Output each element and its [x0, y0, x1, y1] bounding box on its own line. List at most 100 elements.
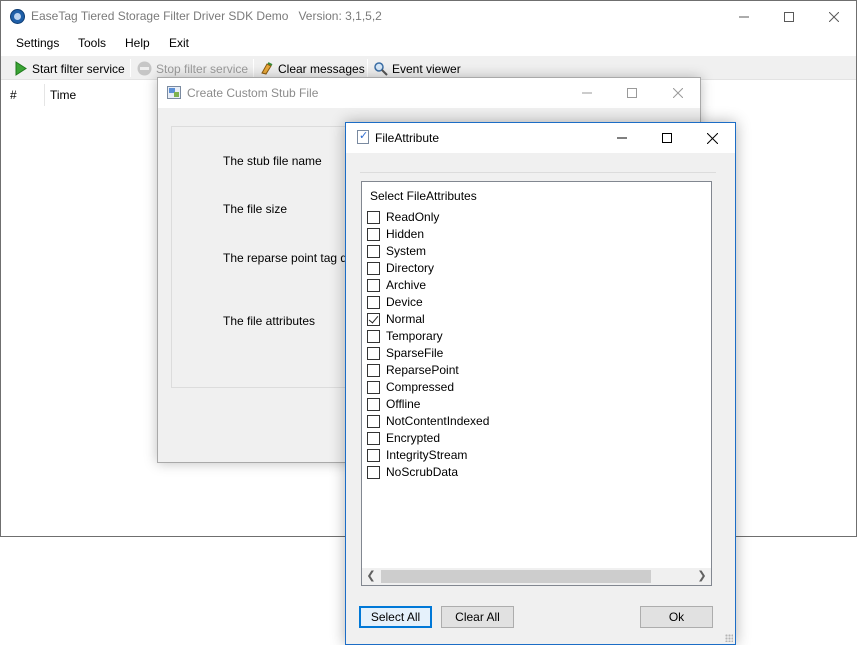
attribute-label: NoScrubData	[386, 465, 459, 479]
reparse-tag-label: The reparse point tag data	[223, 251, 364, 265]
file-attribute-dialog: FileAttribute Select FileAttributes Read…	[345, 122, 736, 645]
attribute-checkbox-item[interactable]: IntegrityStream	[367, 447, 467, 463]
checkbox[interactable]	[367, 295, 380, 309]
fa-maximize-button[interactable]	[644, 123, 690, 153]
file-attributes-label: The file attributes	[223, 314, 316, 328]
checkbox[interactable]	[367, 244, 380, 258]
scroll-left-icon[interactable]: ❮	[365, 571, 377, 582]
toolbar-separator	[130, 59, 131, 77]
menu-tools[interactable]: Tools	[78, 36, 106, 50]
broom-icon	[259, 61, 274, 76]
stub-close-button[interactable]	[655, 78, 701, 108]
maximize-icon	[784, 11, 794, 22]
close-icon	[829, 11, 839, 22]
attribute-label: Hidden	[386, 227, 425, 241]
play-icon	[13, 61, 28, 76]
toolbar-separator	[367, 59, 368, 77]
group-divider	[360, 172, 716, 173]
checkbox[interactable]	[367, 397, 380, 411]
stop-icon	[137, 61, 152, 76]
checkbox[interactable]	[367, 448, 380, 462]
close-button[interactable]	[811, 1, 857, 32]
attribute-checkbox-item[interactable]: Offline	[367, 396, 420, 412]
resize-grip-icon[interactable]	[725, 634, 733, 642]
fa-close-button[interactable]	[689, 123, 735, 153]
checkbox[interactable]	[367, 210, 380, 224]
maximize-icon	[662, 133, 672, 143]
start-filter-service-label: Start filter service	[32, 61, 125, 76]
clear-messages-label: Clear messages	[278, 61, 365, 76]
menu-exit[interactable]: Exit	[169, 36, 189, 50]
attribute-checklist[interactable]: Select FileAttributes ReadOnly Hidden Syst…	[361, 181, 712, 586]
attribute-checkbox-item[interactable]: Hidden	[367, 226, 424, 242]
attribute-checkbox-item[interactable]: Normal	[367, 311, 425, 327]
attribute-checkbox-item[interactable]: Temporary	[367, 328, 443, 344]
stub-dialog-title-bar[interactable]: Create Custom Stub File	[158, 78, 700, 108]
maximize-icon	[627, 88, 637, 98]
toolbar-separator	[253, 59, 254, 77]
stub-maximize-button[interactable]	[609, 78, 655, 108]
title-bar[interactable]: EaseTag Tiered Storage Filter Driver SDK…	[1, 1, 856, 32]
fa-title-bar[interactable]: FileAttribute	[346, 123, 735, 153]
horizontal-scrollbar[interactable]: ❮ ❯	[362, 568, 711, 585]
checkbox[interactable]	[367, 465, 380, 479]
stub-minimize-button[interactable]	[564, 78, 610, 108]
clear-messages-button[interactable]: Clear messages	[259, 60, 365, 77]
attribute-checkbox-item[interactable]: Compressed	[367, 379, 454, 395]
column-header-time[interactable]: Time	[50, 88, 76, 102]
checkbox[interactable]	[367, 380, 380, 394]
attribute-label: Normal	[386, 312, 425, 326]
attribute-checkbox-item[interactable]: System	[367, 243, 426, 259]
attribute-list-caption: Select FileAttributes	[370, 189, 477, 203]
attribute-checkbox-item[interactable]: NoScrubData	[367, 464, 458, 480]
close-icon	[673, 88, 683, 98]
attribute-label: Compressed	[386, 380, 455, 394]
attribute-checkbox-item[interactable]: Archive	[367, 277, 426, 293]
attribute-checkbox-item[interactable]: Encrypted	[367, 430, 440, 446]
minimize-icon	[582, 92, 592, 94]
stop-filter-service-button[interactable]: Stop filter service	[137, 60, 248, 77]
checkbox[interactable]	[367, 278, 380, 292]
column-header-number[interactable]: #	[10, 88, 17, 102]
attribute-label: Directory	[386, 261, 435, 275]
form-icon	[167, 86, 181, 99]
column-divider[interactable]	[44, 84, 45, 106]
menu-settings[interactable]: Settings	[16, 36, 59, 50]
start-filter-service-button[interactable]: Start filter service	[13, 60, 125, 77]
checkbox[interactable]	[367, 227, 380, 241]
attribute-label: SparseFile	[386, 346, 444, 360]
minimize-icon	[739, 16, 749, 17]
attribute-label: Encrypted	[386, 431, 441, 445]
checkbox-checked[interactable]	[367, 312, 380, 326]
attribute-label: Temporary	[386, 329, 443, 343]
attribute-label: System	[386, 244, 427, 258]
checkbox[interactable]	[367, 431, 380, 445]
checkbox[interactable]	[367, 346, 380, 360]
attribute-checkbox-item[interactable]: ReadOnly	[367, 209, 439, 225]
event-viewer-label: Event viewer	[392, 61, 461, 76]
menu-bar: Settings Tools Help Exit	[1, 32, 856, 54]
fa-dialog-title: FileAttribute	[375, 131, 440, 145]
attribute-checkbox-item[interactable]: ReparsePoint	[367, 362, 459, 378]
select-all-button[interactable]: Select All	[359, 606, 432, 628]
attribute-checkbox-item[interactable]: Directory	[367, 260, 434, 276]
menu-help[interactable]: Help	[125, 36, 150, 50]
fa-minimize-button[interactable]	[599, 123, 645, 153]
checkbox[interactable]	[367, 363, 380, 377]
checkbox[interactable]	[367, 261, 380, 275]
attribute-checkbox-item[interactable]: NotContentIndexed	[367, 413, 489, 429]
minimize-button[interactable]	[721, 1, 767, 32]
checkbox[interactable]	[367, 414, 380, 428]
ok-button[interactable]: Ok	[640, 606, 713, 628]
event-viewer-button[interactable]: Event viewer	[373, 60, 461, 77]
attribute-checkbox-item[interactable]: Device	[367, 294, 423, 310]
attribute-label: ReparsePoint	[386, 363, 459, 377]
checkbox[interactable]	[367, 329, 380, 343]
clear-all-button[interactable]: Clear All	[441, 606, 514, 628]
magnifier-icon	[373, 61, 388, 76]
window-title: EaseTag Tiered Storage Filter Driver SDK…	[31, 9, 382, 23]
scrollbar-thumb[interactable]	[381, 570, 651, 583]
attribute-checkbox-item[interactable]: SparseFile	[367, 345, 443, 361]
scroll-right-icon[interactable]: ❯	[696, 571, 708, 582]
maximize-button[interactable]	[766, 1, 812, 32]
